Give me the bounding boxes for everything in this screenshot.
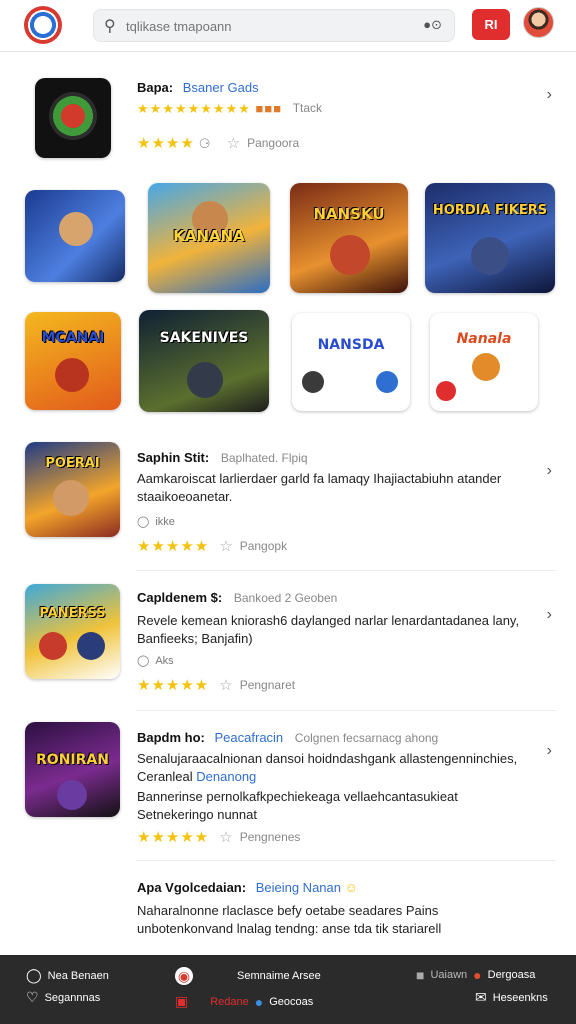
nav-item-new[interactable]: ◯ Nea Benaen bbox=[26, 967, 109, 984]
home-logo-icon: ◉ bbox=[175, 967, 193, 985]
bottom-navigation: ◯ Nea Benaen ♡ Segannnas ◉ Semnaime Arse… bbox=[0, 955, 576, 1024]
chevron-right-icon[interactable]: › bbox=[547, 742, 552, 760]
grid-thumbnail[interactable]: MCANAI bbox=[25, 312, 121, 410]
heart-icon: ♡ bbox=[26, 989, 39, 1005]
list-item-description: Aamkaroiscat larlierdaer garld fa lamaqy… bbox=[137, 471, 502, 504]
gamepad-icon: ▣ bbox=[175, 993, 189, 1009]
featured-title[interactable]: Bapa: Bsaner Gads bbox=[137, 80, 259, 95]
list-item-rating: ★★★★★ ☆ Pengnaret bbox=[137, 677, 296, 694]
camera-icon[interactable]: ●⊙ bbox=[423, 17, 442, 33]
nav-item-updates[interactable]: ■ Uaiawn ● Dergoasa bbox=[416, 967, 535, 983]
info-section: Apa Vgolcedaian: Beieing Nanan ☺ Naharal… bbox=[0, 870, 576, 950]
top-bar: ⚲ ●⊙ RI bbox=[0, 0, 576, 52]
grid-thumbnail[interactable]: SAKENIVES bbox=[139, 310, 269, 412]
message-icon: ✉ bbox=[475, 989, 487, 1005]
list-item[interactable]: RONIRAN Bapdm ho: Peacafracin Colgnen fe… bbox=[0, 720, 576, 855]
featured-item[interactable]: Bapa: Bsaner Gads ★★★★★★★★★ ■■■ Ttack ★★… bbox=[0, 70, 576, 170]
divider bbox=[136, 860, 556, 861]
list-item-title[interactable]: Saphin Stit: Baplhated. Flpiq bbox=[137, 450, 308, 465]
grid-thumbnail[interactable]: HORDIA FIKERS bbox=[425, 183, 555, 293]
search-input[interactable] bbox=[126, 16, 406, 36]
list-item-title[interactable]: Capldenem $: Bankoed 2 Geoben bbox=[137, 590, 337, 605]
list-item[interactable]: POERAI Saphin Stit: Baplhated. Flpiq Aam… bbox=[0, 440, 576, 565]
chevron-right-icon[interactable]: › bbox=[547, 86, 552, 104]
divider bbox=[136, 570, 556, 571]
list-item-description: Senalujaraacalnionan dansoi hoidndashgan… bbox=[137, 751, 518, 784]
divider bbox=[136, 710, 556, 711]
list-item-title[interactable]: Bapdm ho: Peacafracin Colgnen fecsarnacg… bbox=[137, 730, 438, 745]
nav-item-messages[interactable]: ✉ Heseenkns bbox=[475, 989, 548, 1006]
bomb-icon: ● bbox=[473, 967, 482, 983]
list-thumbnail[interactable]: PANERSS bbox=[25, 584, 120, 679]
chevron-right-icon[interactable]: › bbox=[547, 606, 552, 624]
shop-icon: ■ bbox=[416, 967, 425, 983]
list-item-meta: ◯ ikke bbox=[137, 516, 175, 528]
search-icon: ⚲ bbox=[104, 18, 116, 35]
list-thumbnail[interactable]: RONIRAN bbox=[25, 722, 120, 817]
info-description: Naharalnonne rlaclasce befy oetabe seada… bbox=[137, 903, 442, 936]
grid-thumbnail[interactable]: KANANA bbox=[148, 183, 270, 293]
grid-thumbnail[interactable]: NANSDA bbox=[292, 313, 410, 411]
grid-thumbnail[interactable]: Nanala bbox=[430, 313, 538, 411]
list-item-meta: ◯ Aks bbox=[137, 655, 174, 667]
grid-thumbnail[interactable] bbox=[25, 190, 125, 282]
list-item-rating: ★★★★★ ☆ Pangopk bbox=[137, 538, 288, 555]
list-item[interactable]: PANERSS Capldenem $: Bankoed 2 Geoben Re… bbox=[0, 580, 576, 710]
nav-item-favorites[interactable]: ♡ Segannnas bbox=[26, 989, 100, 1006]
nav-item-games[interactable]: ▣ Redane ● Geocoas bbox=[175, 993, 313, 1010]
app-logo[interactable] bbox=[24, 6, 62, 44]
info-title: Apa Vgolcedaian: Beieing Nanan ☺ bbox=[137, 880, 358, 895]
featured-thumbnail[interactable] bbox=[35, 78, 111, 158]
list-item-rating: ★★★★★ ☆ Pengnenes bbox=[137, 829, 301, 846]
list-thumbnail[interactable]: POERAI bbox=[25, 442, 120, 537]
grid-thumbnail[interactable]: NANSKU bbox=[290, 183, 408, 293]
chevron-right-icon[interactable]: › bbox=[547, 462, 552, 480]
globe-icon: ● bbox=[254, 993, 264, 1010]
nav-item-home[interactable]: ◉ Semnaime Arsee bbox=[175, 967, 321, 985]
chat-icon: ◯ bbox=[26, 967, 42, 983]
search-bar[interactable]: ⚲ ●⊙ bbox=[93, 9, 455, 42]
avatar[interactable] bbox=[523, 7, 554, 38]
list-item-description-secondary: Bannerinse pernolkafkpechiekeaga vellaeh… bbox=[137, 789, 458, 822]
list-item-description: Revele kemean kniorash6 daylanged narlar… bbox=[137, 613, 520, 646]
record-button[interactable]: RI bbox=[472, 9, 510, 40]
featured-rating: ★★★★ ⚆ ☆ Pangoora bbox=[137, 135, 300, 152]
featured-badges: ★★★★★★★★★ ■■■ Ttack bbox=[137, 101, 323, 116]
